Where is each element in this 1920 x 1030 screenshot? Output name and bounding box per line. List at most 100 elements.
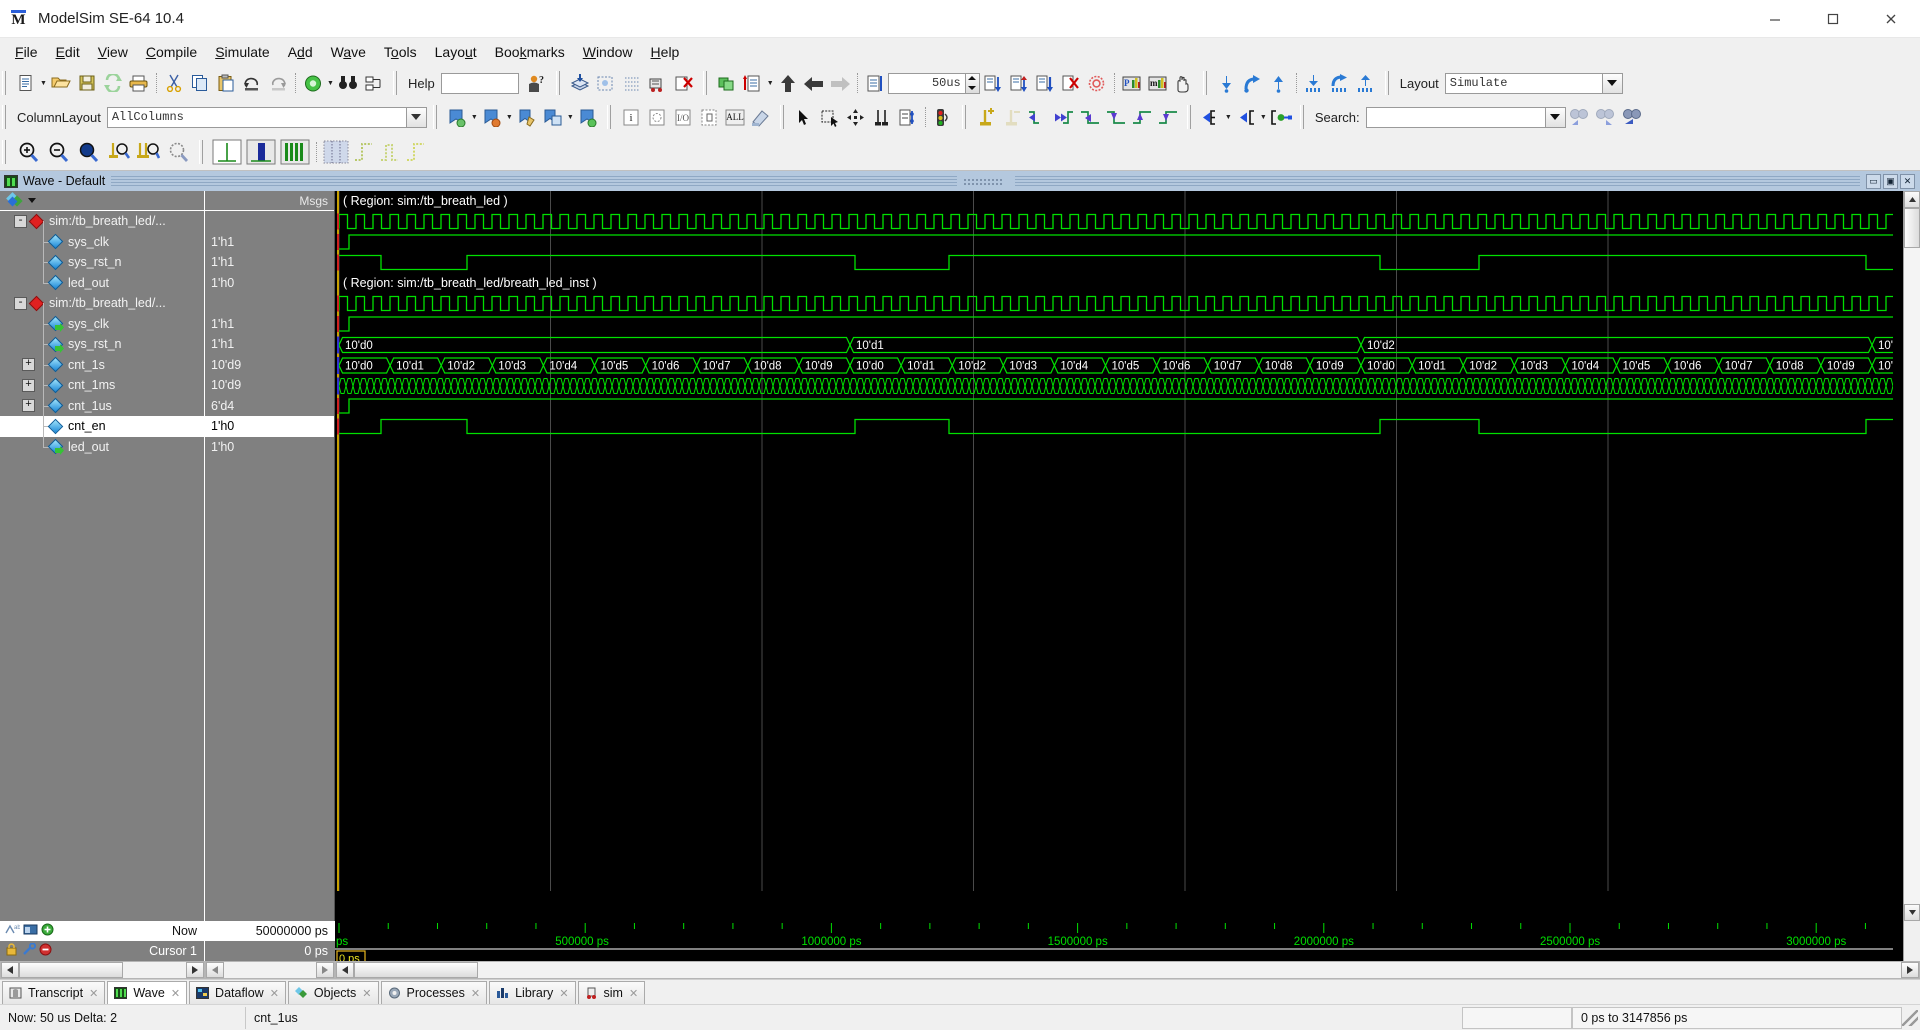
step-out-icon[interactable] [1032, 70, 1058, 96]
value-scroll-right[interactable] [316, 962, 334, 978]
find-falling-edge-icon[interactable] [1077, 104, 1103, 130]
zoom-range-icon[interactable] [133, 139, 163, 165]
find-binoculars-icon[interactable] [335, 70, 361, 96]
reload-icon[interactable] [100, 70, 126, 96]
copy-icon[interactable] [187, 70, 213, 96]
search-input[interactable] [1365, 106, 1546, 128]
tree-expander[interactable]: - [14, 296, 27, 310]
new-file-dropdown-icon[interactable]: ▼ [39, 70, 48, 96]
step-into-icon[interactable] [980, 70, 1006, 96]
signal-row-cnt_1us[interactable]: + cnt_1us [0, 384, 204, 417]
menu-view[interactable]: View [89, 41, 137, 63]
tab-objects[interactable]: Objects ✕ [287, 981, 379, 1004]
signal-row-cnt_en[interactable]: cnt_en [0, 405, 204, 437]
find-prev-falling-icon[interactable] [1025, 104, 1051, 130]
menu-compile[interactable]: Compile [137, 41, 206, 63]
wave-maximize-button[interactable]: ▣ [1883, 173, 1899, 189]
now-add-icon[interactable] [41, 923, 54, 939]
expand-right-icon[interactable] [1233, 104, 1259, 130]
pan-mode-icon[interactable] [843, 104, 869, 130]
wave-jump-transition-icon[interactable] [1327, 70, 1353, 96]
compile-all-icon[interactable] [593, 70, 619, 96]
wave-format-bars-icon[interactable] [278, 137, 312, 167]
signal-row-cnt_1s[interactable]: + cnt_1s [0, 343, 204, 376]
run-all-icon[interactable] [801, 70, 827, 96]
wave-scroll-left[interactable] [336, 962, 354, 978]
signal-row-led_out[interactable]: led_out [0, 425, 204, 458]
value-scroll-left[interactable] [206, 962, 224, 978]
zoom-out-icon[interactable] [43, 139, 73, 165]
select-mode-icon[interactable] [791, 104, 817, 130]
grid-step-1-icon[interactable] [351, 137, 377, 167]
step-icon[interactable] [862, 70, 888, 96]
new-file-icon[interactable] [13, 70, 39, 96]
undo-icon[interactable] [239, 70, 265, 96]
scroll-down-button[interactable] [1904, 904, 1920, 921]
menu-file[interactable]: File [6, 41, 47, 63]
minimize-button[interactable] [1746, 0, 1804, 38]
profile-icon[interactable]: P [1119, 70, 1145, 96]
tab-close-icon[interactable]: ✕ [629, 987, 638, 1000]
bookmark-goto-icon[interactable] [575, 104, 601, 130]
signal-row-sys_clk[interactable]: sys_clk [0, 220, 204, 253]
end-simulation-icon[interactable] [671, 70, 697, 96]
delete-cursor-icon[interactable] [999, 104, 1025, 130]
scroll-track[interactable] [1904, 208, 1920, 904]
now-panel-icon[interactable] [23, 923, 38, 939]
bookmark-delete-dropdown-icon[interactable]: ▼ [505, 104, 514, 130]
show-internal-icon[interactable] [696, 104, 722, 130]
delete-cursor-row-icon[interactable] [39, 943, 52, 959]
breakpoint-traffic-icon[interactable] [930, 104, 956, 130]
cut-icon[interactable] [161, 70, 187, 96]
menu-help[interactable]: Help [642, 41, 689, 63]
insert-breakpoint-down-icon[interactable] [1214, 70, 1240, 96]
tree-expander[interactable]: + [22, 358, 35, 372]
run-dropdown-icon[interactable]: ▼ [766, 70, 775, 96]
expand-left-dropdown-icon[interactable]: ▼ [1224, 104, 1233, 130]
name-scroll-right[interactable] [186, 962, 204, 978]
run-icon[interactable] [740, 70, 766, 96]
zoom-in-icon[interactable] [13, 139, 43, 165]
zoom-full-icon[interactable] [73, 139, 103, 165]
menu-edit[interactable]: Edit [47, 41, 89, 63]
tab-sim[interactable]: sim ✕ [577, 981, 646, 1004]
expand-left-icon[interactable] [1198, 104, 1224, 130]
wave-scroll-thumb[interactable] [354, 962, 478, 978]
menu-bookmarks[interactable]: Bookmarks [486, 41, 574, 63]
wave-find-next-transition-icon[interactable] [1353, 70, 1379, 96]
tab-close-icon[interactable]: ✕ [89, 987, 98, 1000]
grid-toggle-icon[interactable] [321, 137, 351, 167]
value-pane-hscrollbar[interactable] [205, 961, 335, 979]
find-rising-edge-2-icon[interactable] [1155, 104, 1181, 130]
cursor-config-icon[interactable] [22, 942, 37, 959]
search-options-icon[interactable] [1618, 104, 1644, 130]
coverage-icon[interactable] [1084, 70, 1110, 96]
signal-row-cnt_1ms[interactable]: + cnt_1ms [0, 364, 204, 396]
signal-row-sys_rst_n[interactable]: sys_rst_n [0, 241, 204, 273]
search-next-icon[interactable] [1592, 104, 1618, 130]
wave-title-grip[interactable] [962, 177, 1003, 185]
show-outputs-icon[interactable] [644, 104, 670, 130]
find-falling-edge-2-icon[interactable] [1103, 104, 1129, 130]
open-folder-icon[interactable] [48, 70, 74, 96]
simulate-run-icon[interactable] [645, 70, 671, 96]
add-wave-dropdown-icon[interactable]: ▼ [326, 70, 335, 96]
expand-all-icon[interactable] [1268, 104, 1294, 130]
signal-row-led_out[interactable]: led_out [0, 261, 204, 294]
wave-vertical-scrollbar[interactable] [1903, 191, 1920, 921]
tab-processes[interactable]: Processes ✕ [380, 981, 488, 1004]
wave-format-single-icon[interactable] [210, 137, 244, 167]
tab-close-icon[interactable]: ✕ [559, 987, 568, 1000]
add-wave-icon[interactable] [300, 70, 326, 96]
find-next-rising-icon[interactable] [1051, 104, 1077, 130]
find-rising-edge-icon[interactable] [1129, 104, 1155, 130]
insert-breakpoint-up-icon[interactable] [1266, 70, 1292, 96]
close-button[interactable] [1862, 0, 1920, 38]
bookmark-save-dropdown-icon[interactable]: ▼ [566, 104, 575, 130]
bookmark-delete-icon[interactable] [479, 104, 505, 130]
zoom-select-icon[interactable] [817, 104, 843, 130]
tab-close-icon[interactable]: ✕ [171, 987, 180, 1000]
tree-expander[interactable]: + [22, 378, 35, 392]
show-inouts-icon[interactable]: I/O [670, 104, 696, 130]
grid-step-3-icon[interactable] [403, 137, 429, 167]
